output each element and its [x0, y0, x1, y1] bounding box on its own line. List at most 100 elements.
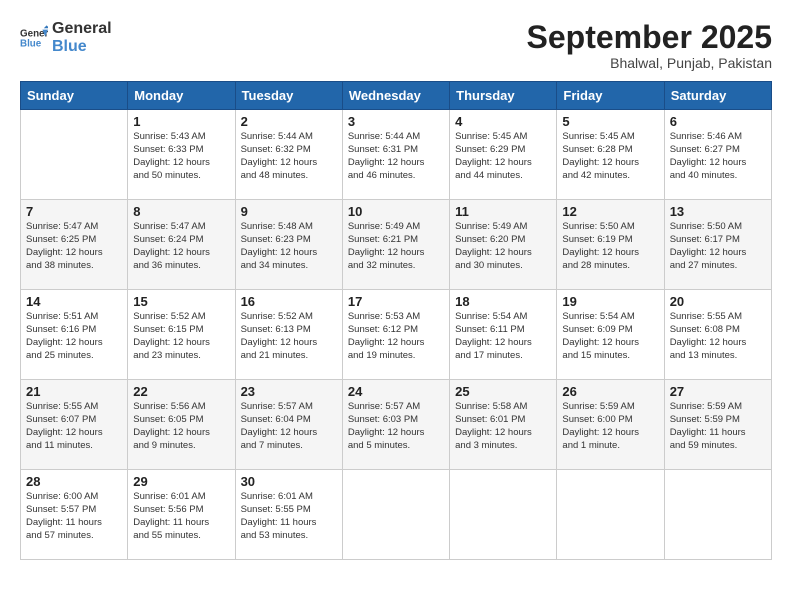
calendar-cell: 3 Sunrise: 5:44 AM Sunset: 6:31 PM Daylig… — [342, 110, 449, 200]
day-info: Sunrise: 5:50 AM Sunset: 6:17 PM Dayligh… — [670, 221, 766, 272]
calendar-cell — [342, 470, 449, 560]
week-row-1: 1Sunrise: 5:43 AM Sunset: 6:33 PM Daylig… — [21, 110, 772, 200]
day-number: 29 — [133, 474, 229, 489]
day-number: 18 — [455, 294, 551, 309]
day-info: Sunrise: 5:44 AM Sunset: 6:31 PM Dayligh… — [348, 131, 444, 182]
calendar-cell: 26 Sunrise: 5:59 AM Sunset: 6:00 PM Dayli… — [557, 380, 664, 470]
calendar-cell: 19Sunrise: 5:54 AM Sunset: 6:09 PM Dayli… — [557, 290, 664, 380]
calendar-cell: 7Sunrise: 5:47 AM Sunset: 6:25 PM Daylig… — [21, 200, 128, 290]
calendar-cell — [21, 110, 128, 200]
day-number: 20 — [670, 294, 766, 309]
day-number: 5 — [562, 114, 658, 129]
calendar-cell: 10Sunrise: 5:49 AM Sunset: 6:21 PM Dayli… — [342, 200, 449, 290]
day-info: Sunrise: 5:51 AM Sunset: 6:16 PM Dayligh… — [26, 311, 122, 362]
day-number: 15 — [133, 294, 229, 309]
col-header-wednesday: Wednesday — [342, 82, 449, 110]
day-number: 6 — [670, 114, 766, 129]
day-number: 4 — [455, 114, 551, 129]
day-info: Sunrise: 6:00 AM Sunset: 5:57 PM Dayligh… — [26, 491, 122, 542]
logo-blue: Blue — [52, 38, 112, 56]
day-number: 24 — [348, 384, 444, 399]
week-row-4: 21 Sunrise: 5:55 AM Sunset: 6:07 PM Dayli… — [21, 380, 772, 470]
col-header-tuesday: Tuesday — [235, 82, 342, 110]
day-number: 23 — [241, 384, 337, 399]
col-header-saturday: Saturday — [664, 82, 771, 110]
day-number: 30 — [241, 474, 337, 489]
calendar-cell: 9Sunrise: 5:48 AM Sunset: 6:23 PM Daylig… — [235, 200, 342, 290]
calendar-cell: 22Sunrise: 5:56 AM Sunset: 6:05 PM Dayli… — [128, 380, 235, 470]
calendar-cell: 17 Sunrise: 5:53 AM Sunset: 6:12 PM Dayli… — [342, 290, 449, 380]
day-number: 3 — [348, 114, 444, 129]
col-header-sunday: Sunday — [21, 82, 128, 110]
day-info: Sunrise: 5:45 AM Sunset: 6:28 PM Dayligh… — [562, 131, 658, 182]
day-info: Sunrise: 5:59 AM Sunset: 5:59 PM Dayligh… — [670, 401, 766, 452]
day-info: Sunrise: 5:55 AM Sunset: 6:08 PM Dayligh… — [670, 311, 766, 362]
calendar-cell: 14 Sunrise: 5:51 AM Sunset: 6:16 PM Dayli… — [21, 290, 128, 380]
calendar-cell: 21 Sunrise: 5:55 AM Sunset: 6:07 PM Dayli… — [21, 380, 128, 470]
day-number: 27 — [670, 384, 766, 399]
day-number: 12 — [562, 204, 658, 219]
day-info: Sunrise: 5:49 AM Sunset: 6:21 PM Dayligh… — [348, 221, 444, 272]
svg-text:Blue: Blue — [20, 38, 42, 49]
day-info: Sunrise: 5:53 AM Sunset: 6:12 PM Dayligh… — [348, 311, 444, 362]
day-info: Sunrise: 5:54 AM Sunset: 6:11 PM Dayligh… — [455, 311, 551, 362]
day-info: Sunrise: 5:52 AM Sunset: 6:15 PM Dayligh… — [133, 311, 229, 362]
day-number: 25 — [455, 384, 551, 399]
calendar-cell: 4 Sunrise: 5:45 AM Sunset: 6:29 PM Daylig… — [450, 110, 557, 200]
col-header-monday: Monday — [128, 82, 235, 110]
day-info: Sunrise: 5:48 AM Sunset: 6:23 PM Dayligh… — [241, 221, 337, 272]
day-number: 28 — [26, 474, 122, 489]
day-number: 26 — [562, 384, 658, 399]
day-number: 22 — [133, 384, 229, 399]
title-block: September 2025 Bhalwal, Punjab, Pakistan — [527, 20, 772, 71]
day-info: Sunrise: 5:59 AM Sunset: 6:00 PM Dayligh… — [562, 401, 658, 452]
calendar-cell: 27 Sunrise: 5:59 AM Sunset: 5:59 PM Dayli… — [664, 380, 771, 470]
day-number: 11 — [455, 204, 551, 219]
calendar-cell: 8 Sunrise: 5:47 AM Sunset: 6:24 PM Daylig… — [128, 200, 235, 290]
day-number: 17 — [348, 294, 444, 309]
calendar-cell — [664, 470, 771, 560]
logo-icon: General Blue — [20, 24, 48, 52]
calendar-cell: 25Sunrise: 5:58 AM Sunset: 6:01 PM Dayli… — [450, 380, 557, 470]
calendar-cell: 1Sunrise: 5:43 AM Sunset: 6:33 PM Daylig… — [128, 110, 235, 200]
page-header: General Blue General Blue September 2025… — [20, 20, 772, 71]
calendar-cell: 23Sunrise: 5:57 AM Sunset: 6:04 PM Dayli… — [235, 380, 342, 470]
calendar-cell: 13Sunrise: 5:50 AM Sunset: 6:17 PM Dayli… — [664, 200, 771, 290]
col-header-thursday: Thursday — [450, 82, 557, 110]
day-info: Sunrise: 5:57 AM Sunset: 6:03 PM Dayligh… — [348, 401, 444, 452]
day-info: Sunrise: 5:45 AM Sunset: 6:29 PM Dayligh… — [455, 131, 551, 182]
calendar-cell: 24 Sunrise: 5:57 AM Sunset: 6:03 PM Dayli… — [342, 380, 449, 470]
day-number: 16 — [241, 294, 337, 309]
day-number: 14 — [26, 294, 122, 309]
calendar-cell: 16 Sunrise: 5:52 AM Sunset: 6:13 PM Dayli… — [235, 290, 342, 380]
day-number: 19 — [562, 294, 658, 309]
calendar-cell: 20 Sunrise: 5:55 AM Sunset: 6:08 PM Dayli… — [664, 290, 771, 380]
day-info: Sunrise: 6:01 AM Sunset: 5:55 PM Dayligh… — [241, 491, 337, 542]
week-row-2: 7Sunrise: 5:47 AM Sunset: 6:25 PM Daylig… — [21, 200, 772, 290]
calendar-cell: 29 Sunrise: 6:01 AM Sunset: 5:56 PM Dayli… — [128, 470, 235, 560]
week-row-3: 14 Sunrise: 5:51 AM Sunset: 6:16 PM Dayli… — [21, 290, 772, 380]
day-info: Sunrise: 5:50 AM Sunset: 6:19 PM Dayligh… — [562, 221, 658, 272]
logo: General Blue General Blue — [20, 20, 112, 55]
day-number: 8 — [133, 204, 229, 219]
calendar-cell: 15 Sunrise: 5:52 AM Sunset: 6:15 PM Dayli… — [128, 290, 235, 380]
header-row: SundayMondayTuesdayWednesdayThursdayFrid… — [21, 82, 772, 110]
day-info: Sunrise: 6:01 AM Sunset: 5:56 PM Dayligh… — [133, 491, 229, 542]
calendar-cell: 11 Sunrise: 5:49 AM Sunset: 6:20 PM Dayli… — [450, 200, 557, 290]
col-header-friday: Friday — [557, 82, 664, 110]
day-info: Sunrise: 5:44 AM Sunset: 6:32 PM Dayligh… — [241, 131, 337, 182]
month-title: September 2025 — [527, 20, 772, 55]
week-row-5: 28 Sunrise: 6:00 AM Sunset: 5:57 PM Dayli… — [21, 470, 772, 560]
day-number: 21 — [26, 384, 122, 399]
calendar-cell — [450, 470, 557, 560]
day-info: Sunrise: 5:55 AM Sunset: 6:07 PM Dayligh… — [26, 401, 122, 452]
day-info: Sunrise: 5:47 AM Sunset: 6:24 PM Dayligh… — [133, 221, 229, 272]
day-info: Sunrise: 5:47 AM Sunset: 6:25 PM Dayligh… — [26, 221, 122, 272]
day-info: Sunrise: 5:46 AM Sunset: 6:27 PM Dayligh… — [670, 131, 766, 182]
calendar-table: SundayMondayTuesdayWednesdayThursdayFrid… — [20, 81, 772, 560]
calendar-cell: 30 Sunrise: 6:01 AM Sunset: 5:55 PM Dayli… — [235, 470, 342, 560]
day-info: Sunrise: 5:52 AM Sunset: 6:13 PM Dayligh… — [241, 311, 337, 362]
calendar-cell: 2Sunrise: 5:44 AM Sunset: 6:32 PM Daylig… — [235, 110, 342, 200]
day-info: Sunrise: 5:49 AM Sunset: 6:20 PM Dayligh… — [455, 221, 551, 272]
calendar-cell — [557, 470, 664, 560]
